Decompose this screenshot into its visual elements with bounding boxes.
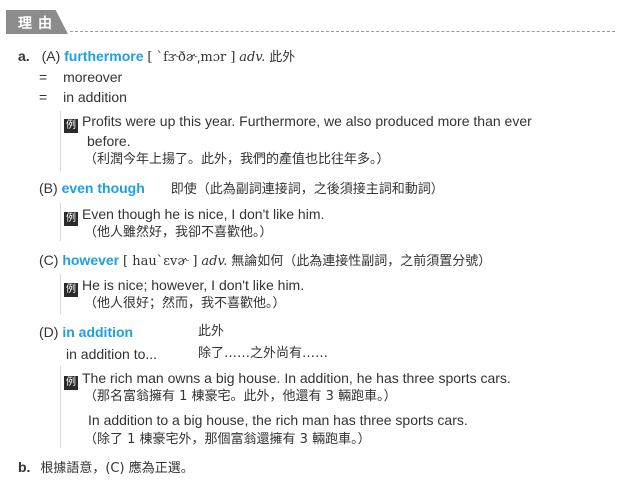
option-b-word: even though [61,180,145,196]
option-a-pos: adv. [239,50,266,65]
entry-d-row: (D) in addition [39,323,133,341]
option-c-word: however [62,252,120,268]
example-badge: 例 [64,283,78,297]
part-b-text: 根據語意，(C) 應為正選。 [40,461,194,476]
example-a-zh: （利潤今年上揚了。此外，我們的產值也比往年多。） [84,152,390,167]
part-b-row: b. 根據語意，(C) 應為正選。 [18,458,194,478]
example-a-line-1: 例 Profits were up this year. Furthermore,… [64,112,532,133]
part-a-label: a. [18,48,30,64]
option-c-tag: (C) [39,252,59,268]
example-d-line-1: 例 The rich man owns a big house. In addit… [64,369,511,390]
entry-b-row: (B) even though 即使（此為副詞連接詞，之後須接主詞和動詞） [39,179,444,199]
dashed-divider [70,31,615,32]
option-a-word: furthermore [64,48,144,64]
synonym-row-2: = in addition [39,88,127,106]
example-a-en-1: Profits were up this year. Furthermore, … [82,113,532,129]
example-bar-c [60,274,61,314]
option-c-pos: adv. [201,254,228,269]
example-bar-a [60,111,61,171]
example-bar-d [60,366,61,448]
option-b-tag: (B) [39,180,58,196]
section-header: 理由 [0,10,621,36]
example-badge: 例 [64,119,78,133]
option-d-tag: (D) [39,324,59,340]
example-d-en-2: In addition to a big house, the rich man… [88,412,468,428]
option-c-phonetic: [ hauˋɛvɚ ] [123,254,198,269]
option-d-word: in addition [62,324,134,340]
synonym-1-eq: = [39,69,48,85]
option-d-phrase2: in addition to... [66,346,158,362]
example-b-line: 例 Even though he is nice, I don't like hi… [64,205,324,226]
example-c-zh: （他人很好；然而，我不喜歡他。） [84,296,286,311]
example-c-en: He is nice; however, I don't like him. [82,277,305,293]
option-d-meaning: 此外 [198,324,225,339]
example-b-en: Even though he is nice, I don't like him… [82,206,325,222]
option-d-meaning2: 除了……之外尚有…… [198,346,329,361]
option-c-meaning: 無論如何（此為連接性副詞，之前須置分號） [231,254,492,269]
synonym-row-1: = moreover [39,68,122,86]
example-bar-b [60,203,61,241]
section-title: 理由 [18,15,58,31]
option-b-meaning: 即使（此為副詞連接詞，之後須接主詞和動詞） [170,182,444,197]
example-badge: 例 [64,212,78,226]
entry-c-row: (C) however [ hauˋɛvɚ ] adv. 無論如何（此為連接性副… [39,251,491,271]
example-a-line-2: before. [87,133,131,149]
entry-a-row: a. (A) furthermore [ ˋfɝðɚ͵mɔr ] adv. 此外 [18,47,295,67]
example-d-en-1: The rich man owns a big house. In additi… [82,370,511,386]
option-a-phonetic: [ ˋfɝðɚ͵mɔr ] [147,50,236,65]
example-c-line: 例 He is nice; however, I don't like him. [64,276,304,297]
part-b-label: b. [18,459,31,475]
synonym-1: moreover [63,69,123,85]
option-a-meaning: 此外 [269,50,296,65]
example-b-zh: （他人雖然好，我卻不喜歡他。） [84,225,273,240]
example-d-zh-2: （除了 1 棟豪宅外，那個富翁還擁有 3 輛跑車。） [84,432,371,447]
example-badge: 例 [64,376,78,390]
synonym-2-eq: = [39,89,48,105]
option-a-tag: (A) [41,48,61,64]
example-d-zh-1: （那名富翁擁有 1 棟豪宅。此外，他還有 3 輛跑車。） [84,389,397,404]
synonym-2: in addition [63,89,127,105]
section-tab: 理由 [6,10,68,34]
